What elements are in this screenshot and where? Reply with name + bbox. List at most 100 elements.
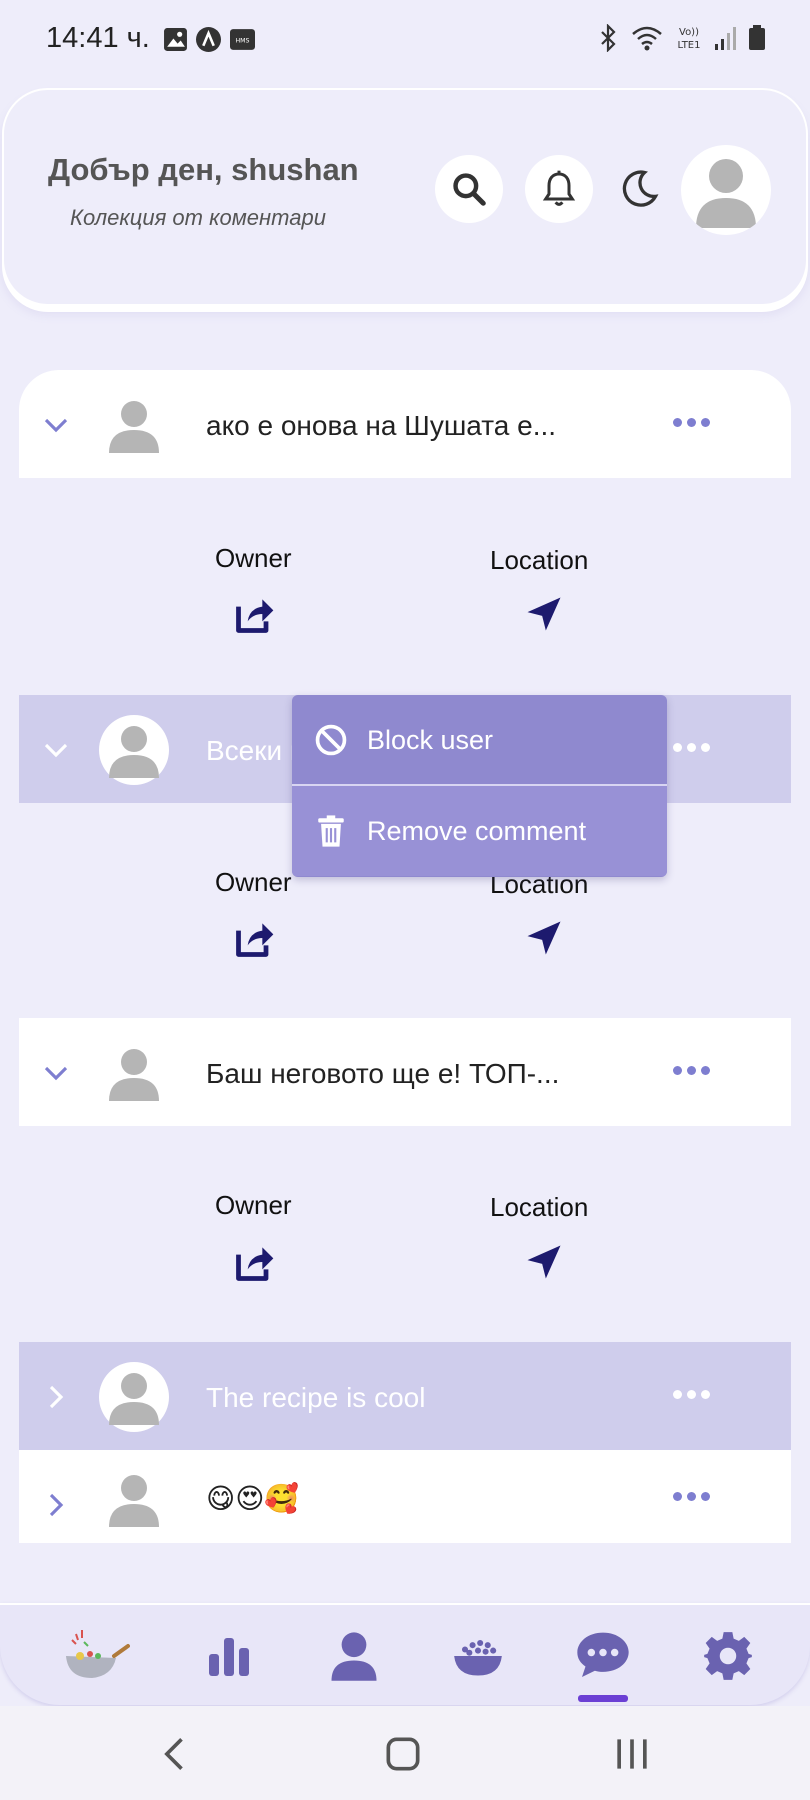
home-icon[interactable] bbox=[381, 1732, 425, 1776]
comment-text: ако е онова на Шушата е... bbox=[206, 410, 557, 441]
recent-apps-icon[interactable] bbox=[610, 1732, 654, 1776]
volte-icon: Vo)) LTE1 bbox=[678, 27, 701, 51]
chevron-down-icon[interactable] bbox=[41, 410, 71, 440]
more-options-button[interactable] bbox=[673, 1390, 710, 1399]
status-icons-right: Vo)) LTE1 bbox=[598, 24, 766, 52]
bell-icon bbox=[542, 170, 576, 206]
commenter-avatar bbox=[99, 1464, 169, 1534]
wok-logo-icon bbox=[66, 1630, 130, 1678]
dot bbox=[673, 1066, 682, 1075]
status-bar: 14:41 ч. HMS Vo)) LTE1 bbox=[0, 0, 810, 80]
stats-icon bbox=[209, 1638, 249, 1676]
user-avatar-button[interactable] bbox=[681, 145, 771, 235]
dot bbox=[701, 743, 710, 752]
dot bbox=[687, 1066, 696, 1075]
wifi-icon bbox=[632, 26, 662, 51]
block-user-menu-item[interactable]: Block user bbox=[292, 695, 667, 785]
dot bbox=[673, 1390, 682, 1399]
dot bbox=[673, 743, 682, 752]
moon-icon bbox=[622, 170, 659, 207]
active-tab-indicator bbox=[578, 1695, 628, 1702]
dot bbox=[687, 1390, 696, 1399]
avatar-icon bbox=[109, 1049, 159, 1101]
share-owner-icon[interactable] bbox=[233, 916, 277, 960]
back-icon[interactable] bbox=[154, 1732, 198, 1776]
more-options-button[interactable] bbox=[673, 418, 710, 427]
nav-home[interactable] bbox=[58, 1623, 130, 1689]
comment-context-menu: Block user Remove comment bbox=[292, 695, 667, 877]
nav-comments[interactable] bbox=[570, 1623, 636, 1689]
svg-text:Vo)): Vo)) bbox=[679, 27, 699, 38]
location-label: Location bbox=[490, 545, 589, 575]
search-button[interactable] bbox=[435, 155, 503, 223]
more-options-button[interactable] bbox=[673, 743, 710, 752]
app-notification-icon bbox=[196, 27, 221, 52]
settings-icon bbox=[704, 1632, 752, 1680]
page-subtitle: Колекция от коментари bbox=[70, 205, 326, 230]
avatar-icon bbox=[109, 1373, 159, 1425]
comment-text: Баш неговото ще е! ТОП-... bbox=[206, 1058, 560, 1089]
hms-notification-icon: HMS bbox=[230, 29, 255, 50]
more-options-button[interactable] bbox=[673, 1066, 710, 1075]
comment-row[interactable]: Баш неговото ще е! ТОП-... bbox=[19, 1018, 791, 1126]
nav-stats[interactable] bbox=[196, 1623, 262, 1689]
bottom-navigation bbox=[0, 1603, 810, 1705]
profile-icon bbox=[331, 1632, 377, 1681]
location-arrow-icon[interactable] bbox=[522, 916, 566, 960]
more-options-button[interactable] bbox=[673, 1492, 710, 1501]
notifications-button[interactable] bbox=[525, 155, 593, 223]
dot bbox=[701, 1390, 710, 1399]
avatar-icon bbox=[109, 401, 159, 453]
dot bbox=[673, 1492, 682, 1501]
dot bbox=[701, 418, 710, 427]
dot bbox=[687, 1492, 696, 1501]
share-owner-icon[interactable] bbox=[233, 592, 277, 636]
dot bbox=[701, 1492, 710, 1501]
block-user-label: Block user bbox=[367, 724, 494, 755]
nav-profile[interactable] bbox=[321, 1623, 387, 1689]
owner-label: Owner bbox=[215, 1190, 292, 1220]
bluetooth-icon bbox=[601, 24, 616, 52]
owner-label: Owner bbox=[215, 867, 292, 897]
greeting-title: Добър ден, shushan bbox=[48, 152, 359, 187]
dot bbox=[687, 743, 696, 752]
location-label: Location bbox=[490, 1192, 589, 1222]
dark-mode-toggle[interactable] bbox=[612, 162, 666, 216]
share-owner-icon[interactable] bbox=[233, 1240, 277, 1284]
owner-label: Owner bbox=[215, 543, 292, 573]
comments-icon bbox=[577, 1632, 629, 1677]
gallery-notification-icon bbox=[164, 28, 187, 51]
block-icon bbox=[315, 724, 347, 756]
search-icon bbox=[453, 173, 486, 206]
status-time: 14:41 ч. bbox=[46, 22, 150, 54]
comment-row[interactable]: 😋😍🥰 bbox=[19, 1450, 791, 1543]
remove-comment-menu-item[interactable]: Remove comment bbox=[292, 786, 667, 876]
comment-text: The recipe is cool bbox=[206, 1382, 426, 1413]
commenter-avatar bbox=[99, 715, 169, 785]
trash-icon bbox=[318, 815, 344, 847]
location-arrow-icon[interactable] bbox=[522, 592, 566, 636]
chevron-down-icon[interactable] bbox=[41, 1058, 71, 1088]
nav-settings[interactable] bbox=[695, 1623, 761, 1689]
recipes-bowl-icon bbox=[454, 1639, 502, 1676]
avatar-icon bbox=[109, 1475, 159, 1527]
battery-icon bbox=[749, 25, 765, 50]
remove-comment-label: Remove comment bbox=[367, 815, 587, 846]
dot bbox=[687, 418, 696, 427]
comment-row[interactable]: ако е онова на Шушата е... bbox=[19, 370, 791, 478]
commenter-avatar bbox=[99, 390, 169, 460]
svg-text:LTE1: LTE1 bbox=[678, 40, 701, 51]
signal-icon bbox=[715, 27, 736, 50]
chevron-right-icon[interactable] bbox=[41, 1490, 71, 1520]
comment-row[interactable]: The recipe is cool bbox=[19, 1342, 791, 1450]
system-navigation-bar bbox=[0, 1706, 810, 1800]
nav-recipes[interactable] bbox=[445, 1623, 511, 1689]
comment-text: 😋😍🥰 bbox=[206, 1483, 300, 1514]
chevron-right-icon[interactable] bbox=[41, 1382, 71, 1412]
avatar-icon bbox=[696, 159, 756, 228]
dot bbox=[673, 418, 682, 427]
location-arrow-icon[interactable] bbox=[522, 1240, 566, 1284]
avatar-icon bbox=[109, 726, 159, 778]
chevron-down-icon[interactable] bbox=[41, 735, 71, 765]
commenter-avatar bbox=[99, 1038, 169, 1108]
